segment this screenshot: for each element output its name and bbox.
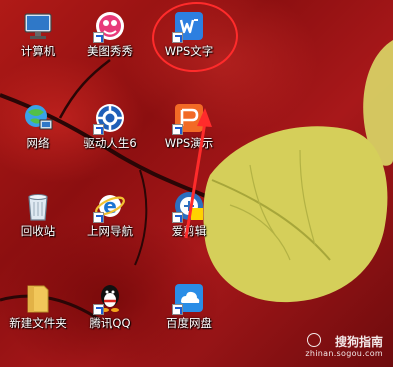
watermark-title: 搜狗指南 bbox=[334, 335, 383, 349]
watermark-url: zhinan.sogou.com bbox=[305, 349, 383, 358]
desktop[interactable]: 计算机 美图秀秀 WPS文字 网络 驱动人生6 WPS演示 回收站 e 上网导航… bbox=[0, 0, 393, 367]
annotation-arrow bbox=[184, 108, 212, 239]
watermark: 搜狗指南 zhinan.sogou.com bbox=[273, 333, 383, 361]
sogou-logo-icon bbox=[307, 333, 321, 347]
